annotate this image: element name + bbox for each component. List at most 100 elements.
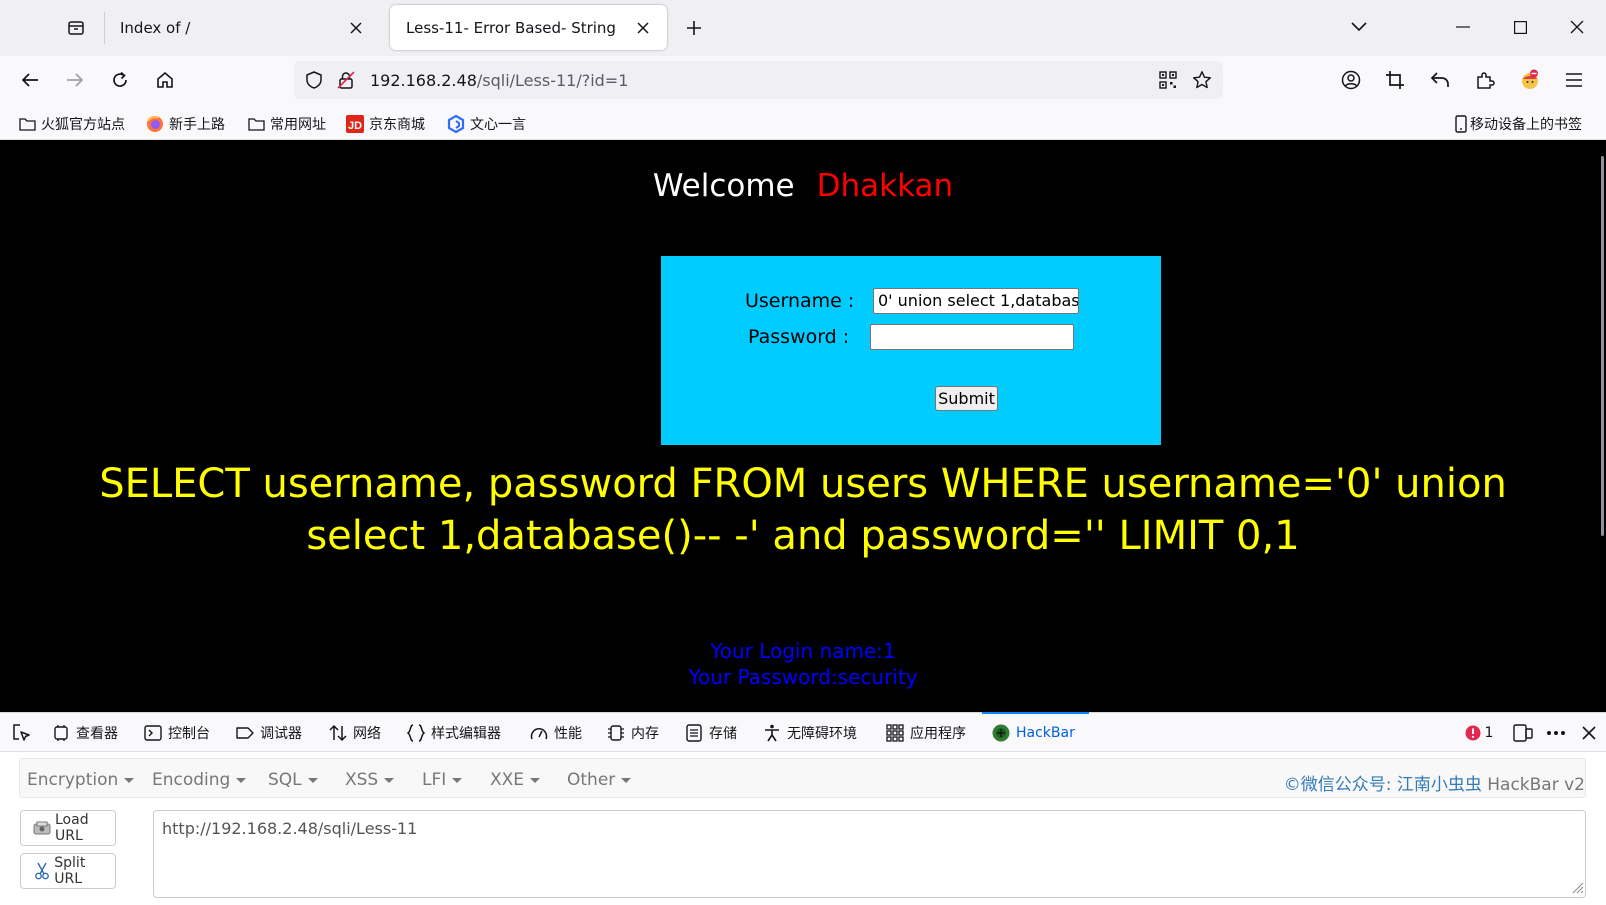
extensions-button[interactable]	[1469, 64, 1501, 96]
menu-encryption[interactable]: Encryption	[27, 770, 135, 790]
shield-icon[interactable]	[304, 70, 324, 90]
bookmark-star-icon[interactable]	[1192, 70, 1212, 90]
tab-label: 样式编辑器	[431, 725, 501, 742]
gauge-icon	[530, 724, 548, 742]
tab-inspector[interactable]: 查看器	[52, 713, 118, 752]
screenshot-button[interactable]	[1379, 64, 1411, 96]
responsive-mode-icon[interactable]	[1512, 722, 1534, 744]
tab-network[interactable]: 网络	[329, 713, 381, 752]
tab-application[interactable]: 应用程序	[886, 713, 966, 752]
error-count: 1	[1484, 725, 1494, 741]
crop-icon	[1386, 71, 1404, 89]
list-all-tabs-button[interactable]	[1342, 12, 1376, 42]
tab-storage[interactable]: 存储	[685, 713, 737, 752]
username-label: Username :	[745, 290, 855, 312]
back-button[interactable]	[14, 64, 46, 96]
braces-icon	[407, 723, 425, 742]
bookmark-item[interactable]: JD 京东商城	[346, 114, 425, 134]
hackbar-brand: ©微信公众号: 江南小虫虫 HackBar v2	[1284, 770, 1585, 795]
tab-hackbar[interactable]: HackBar	[982, 712, 1089, 752]
tab-index[interactable]: Index of /	[104, 5, 380, 50]
tab-label: 查看器	[76, 725, 118, 742]
close-devtools-icon[interactable]	[1578, 722, 1600, 744]
grid-icon	[886, 723, 904, 742]
extension-avatar-icon	[1522, 69, 1538, 89]
tab-label: HackBar	[1016, 724, 1075, 741]
split-url-label: Split URL	[54, 855, 86, 887]
scissors-icon	[33, 862, 50, 880]
bookmark-item[interactable]: 文心一言	[447, 114, 526, 134]
element-picker-icon[interactable]	[10, 722, 32, 744]
tab-less-11[interactable]: Less-11- Error Based- String	[390, 5, 667, 50]
tab-performance[interactable]: 性能	[530, 713, 582, 752]
new-tab-button[interactable]	[680, 14, 708, 42]
welcome-heading: Welcome Dhakkan	[0, 168, 1606, 204]
tab-label: 网络	[353, 725, 381, 742]
bookmark-item[interactable]: 火狐官方站点	[18, 114, 125, 134]
error-counter[interactable]: 1	[1462, 722, 1496, 744]
caret-down-icon	[621, 777, 632, 783]
load-url-label: Load URL	[55, 812, 89, 844]
extension-avatar-button[interactable]	[1514, 64, 1546, 96]
password-field[interactable]	[870, 324, 1074, 350]
caret-down-icon	[124, 777, 135, 783]
load-url-icon	[33, 819, 51, 837]
tab-style-editor[interactable]: 样式编辑器	[407, 713, 501, 752]
minimize-icon	[1456, 26, 1470, 28]
maximize-button[interactable]	[1503, 12, 1537, 42]
brand-version: HackBar v2	[1481, 775, 1585, 795]
url-textarea[interactable]: http://192.168.2.48/sqli/Less-11	[153, 810, 1586, 898]
username-field[interactable]: 0' union select 1,database(	[873, 288, 1079, 314]
brand-link[interactable]: ©微信公众号: 江南小虫虫	[1284, 775, 1482, 795]
welcome-text: Welcome	[652, 168, 795, 204]
app-menu-button[interactable]	[1558, 64, 1590, 96]
menu-label: Encoding	[152, 770, 231, 790]
load-url-button[interactable]: Load URL	[20, 810, 116, 846]
hackbar-icon	[992, 724, 1010, 742]
tab-title: Index of /	[120, 18, 191, 37]
undo-button[interactable]	[1424, 64, 1456, 96]
submit-button[interactable]: Submit	[935, 386, 998, 411]
resize-handle-icon[interactable]	[1570, 880, 1584, 894]
puzzle-icon	[1477, 72, 1495, 89]
menu-sql[interactable]: SQL	[268, 770, 318, 790]
menu-lfi[interactable]: LFI	[422, 770, 463, 790]
forward-button[interactable]	[59, 64, 91, 96]
split-url-button[interactable]: Split URL	[20, 853, 116, 889]
tab-memory[interactable]: 内存	[607, 713, 659, 752]
menu-encoding[interactable]: Encoding	[152, 770, 247, 790]
address-bar[interactable]: 192.168.2.48/sqli/Less-11/?id=1	[294, 61, 1223, 99]
close-window-button[interactable]	[1560, 12, 1594, 42]
page-scrollbar[interactable]	[1601, 156, 1604, 536]
mobile-bookmarks[interactable]: 移动设备上的书签	[1452, 114, 1582, 134]
minimize-button[interactable]	[1446, 12, 1480, 42]
arrow-left-icon	[21, 73, 38, 87]
menu-xxe[interactable]: XXE	[490, 770, 541, 790]
hackbar-menu: Encryption Encoding SQL XSS LFI XXE Othe…	[19, 758, 1586, 798]
login-name-text: Your Login name:1	[710, 639, 896, 663]
firefox-view-icon[interactable]	[58, 14, 94, 42]
qrcode-icon[interactable]	[1158, 70, 1178, 90]
tab-debugger[interactable]: 调试器	[236, 713, 302, 752]
bookmark-item[interactable]: 新手上路	[146, 114, 225, 134]
memory-chip-icon	[607, 724, 625, 742]
mobile-bookmarks-label: 移动设备上的书签	[1470, 117, 1582, 133]
tab-accessibility[interactable]: 无障碍环境	[763, 713, 857, 752]
password-label: Password :	[748, 326, 850, 348]
bookmark-item[interactable]: 常用网址	[247, 114, 326, 134]
bookmark-label: 常用网址	[270, 117, 326, 133]
insecure-lock-icon[interactable]	[336, 70, 356, 90]
menu-other[interactable]: Other	[567, 770, 632, 790]
tab-console[interactable]: 控制台	[144, 713, 210, 752]
menu-xss[interactable]: XSS	[345, 770, 395, 790]
plus-icon	[687, 21, 701, 35]
account-button[interactable]	[1335, 64, 1367, 96]
close-icon[interactable]	[633, 18, 653, 38]
url-text[interactable]: 192.168.2.48/sqli/Less-11/?id=1	[370, 71, 628, 90]
welcome-name: Dhakkan	[816, 168, 954, 204]
home-button[interactable]	[149, 64, 181, 96]
close-icon[interactable]	[346, 18, 366, 38]
reload-button[interactable]	[104, 64, 136, 96]
console-icon	[144, 724, 162, 742]
more-options-icon[interactable]	[1545, 722, 1567, 744]
